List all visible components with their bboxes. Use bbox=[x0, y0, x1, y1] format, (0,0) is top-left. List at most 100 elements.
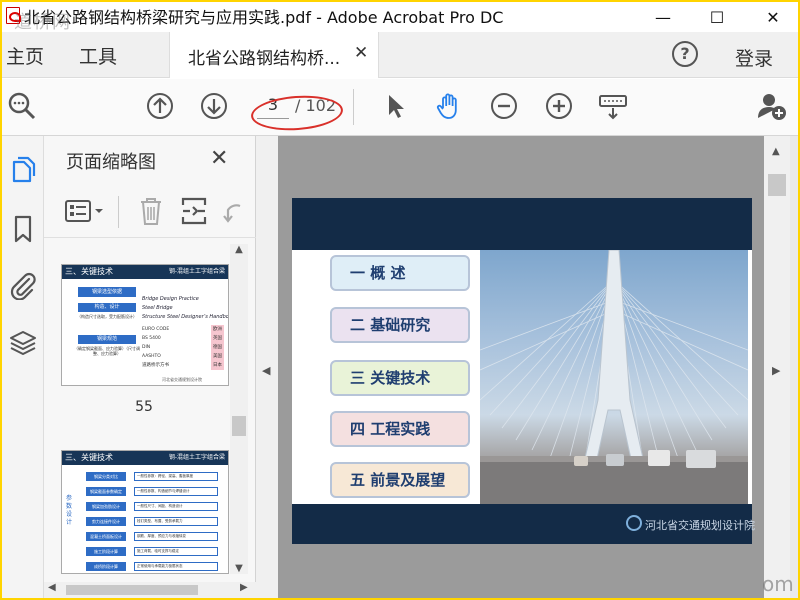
zoom-in-icon[interactable] bbox=[544, 91, 574, 121]
thumb-box-1: 钢梁选型依据 bbox=[78, 287, 136, 297]
layers-icon[interactable] bbox=[8, 328, 38, 358]
panel-close-button[interactable]: ✕ bbox=[210, 146, 228, 171]
thumb-code: DIN bbox=[142, 345, 151, 350]
collapse-left-arrow-icon[interactable]: ◀ bbox=[262, 364, 270, 377]
thumb-step-note: 正常使用与承载能力极限状态 bbox=[134, 561, 218, 571]
scroll-left-arrow-icon[interactable]: ◀ bbox=[48, 582, 56, 593]
thumb-step-box: 施工阶段计算 bbox=[86, 546, 126, 556]
keyboard-read-mode-icon[interactable] bbox=[598, 91, 628, 121]
maximize-button[interactable]: ☐ bbox=[694, 2, 740, 32]
help-icon[interactable]: ? bbox=[672, 41, 698, 67]
document-tab-close-button[interactable]: ✕ bbox=[354, 43, 368, 63]
scrollbar-thumb[interactable] bbox=[66, 585, 198, 595]
thumbnail-horizontal-scrollbar[interactable]: ◀ ▶ bbox=[44, 582, 256, 598]
share-add-user-icon[interactable] bbox=[757, 91, 787, 121]
watermark-bottom-right: om bbox=[762, 572, 794, 596]
thumb-step-box: 钢梁分类对比 bbox=[86, 471, 126, 481]
document-tab[interactable]: 北省公路钢结构桥... ✕ bbox=[169, 32, 379, 78]
thumb-box-2: 构造、设计 bbox=[78, 303, 136, 312]
toolbar-separator bbox=[353, 89, 354, 125]
toc-item-1: 一 概 述 bbox=[330, 255, 470, 291]
institute-logo: 河北省交通规划设计院 bbox=[626, 515, 755, 533]
collapse-right-arrow-icon[interactable]: ▶ bbox=[772, 364, 780, 377]
attachments-icon[interactable] bbox=[8, 270, 38, 300]
scroll-up-arrow-icon[interactable]: ▲ bbox=[772, 146, 780, 157]
bookmarks-icon[interactable] bbox=[8, 214, 38, 244]
hand-tool-icon[interactable] bbox=[434, 91, 464, 121]
previous-page-icon[interactable] bbox=[145, 91, 175, 121]
thumb-code: AASHTO bbox=[142, 354, 161, 359]
pdf-page: 一 概 述 二 基础研究 三 关键技术 四 工程实践 五 前景及展望 河北省交通… bbox=[292, 198, 755, 544]
thumbnail-vertical-scrollbar[interactable]: ▲ ▼ bbox=[230, 244, 248, 574]
page-thumbnail-55[interactable]: 三、关键技术 钢-混组土工字组合梁 钢梁选型依据 构造、设计 （构造尺寸选取，受… bbox=[61, 264, 229, 386]
panel-toolbar bbox=[44, 188, 256, 238]
thumb-step-row: 钢梁加劲肋设计 一般性尺寸、间距、构造设计 bbox=[86, 499, 224, 513]
toc-item-5: 五 前景及展望 bbox=[330, 462, 470, 498]
slide-header-band bbox=[292, 198, 752, 250]
scrollbar-thumb[interactable] bbox=[232, 416, 246, 436]
thumb-step-note: 施工荷载、临时支撑与稳定 bbox=[134, 546, 218, 556]
page-thumbnail-56[interactable]: 三、关键技术 钢-混组土工字组合梁 参数设计 钢梁分类对比 一般性参数：跨径、梁高… bbox=[61, 450, 229, 574]
thumbnail-header-right: 钢-混组土工字组合梁 bbox=[168, 454, 225, 461]
thumb-country: 美国 bbox=[211, 352, 224, 361]
thumb-step-box: 剪力连接件设计 bbox=[86, 516, 126, 526]
thumb-step-box: 钢梁截面参数确定 bbox=[86, 486, 126, 496]
acrobat-window: 北省公路钢结构桥梁研究与应用实践.pdf - Adobe Acrobat Pro… bbox=[2, 2, 798, 598]
window-title: 北省公路钢结构桥梁研究与应用实践.pdf - Adobe Acrobat Pro… bbox=[24, 8, 504, 27]
thumb-step-note: 钢筋、厚度、预应力与收缩徐变 bbox=[134, 531, 218, 541]
thumb-codes-table: EURO CODE 欧洲 BS 5400 英国 DIN 德国 AASHTO 美国 道路桥… bbox=[142, 325, 224, 370]
thumbnail-header: 三、关键技术 钢-混组土工字组合梁 bbox=[62, 265, 228, 279]
thumbnail-options-menu-icon[interactable] bbox=[64, 198, 106, 224]
zoom-out-icon[interactable] bbox=[489, 91, 519, 121]
thumb-step-note: 一般性参数：跨径、梁高、腹板厚度 bbox=[134, 471, 218, 481]
thumb-book-3: Structure Steel Designer’s Handbook bbox=[142, 314, 229, 320]
delete-page-icon[interactable] bbox=[138, 196, 164, 226]
thumbnail-page-label: 55 bbox=[135, 399, 153, 415]
scroll-right-arrow-icon[interactable]: ▶ bbox=[240, 582, 248, 593]
page-thumbnails-icon[interactable] bbox=[8, 154, 38, 184]
thumb-book-2: Steel Bridge bbox=[142, 305, 173, 311]
toolbar: 3 / 102 bbox=[2, 79, 798, 136]
close-window-button[interactable]: ✕ bbox=[750, 2, 796, 32]
panel-tool-separator bbox=[118, 196, 119, 228]
thumb-step-note: 栓钉类型、布置、受剪承载力 bbox=[134, 516, 218, 526]
thumb-country: 日本 bbox=[211, 361, 224, 370]
title-bar: 北省公路钢结构桥梁研究与应用实践.pdf - Adobe Acrobat Pro… bbox=[2, 2, 798, 33]
thumb-code: EURO CODE bbox=[142, 327, 170, 332]
thumb-footer: 河北省交通规划设计院 bbox=[162, 377, 202, 382]
toc-item-4: 四 工程实践 bbox=[330, 411, 470, 447]
thumb-step-box: 钢梁加劲肋设计 bbox=[86, 501, 126, 511]
page-thumbnails-panel: 页面缩略图 ✕ 三、关键技术 钢-混组土工字组合梁 钢梁选型依据 构造、设计 （… bbox=[44, 136, 256, 598]
next-page-icon[interactable] bbox=[199, 91, 229, 121]
collapse-panel-strip[interactable]: ◀ bbox=[256, 136, 278, 598]
cable-stayed-bridge-photo bbox=[480, 250, 748, 504]
scroll-up-arrow-icon[interactable]: ▲ bbox=[230, 244, 248, 255]
thumb-step-note: 一般性尺寸、间距、构造设计 bbox=[134, 501, 218, 511]
thumb-step-row: 混凝土桥面板设计 钢筋、厚度、预应力与收缩徐变 bbox=[86, 529, 224, 543]
document-viewer: ◀ ▲ ▶ 一 概 述 二 基础研究 三 关键技术 四 工程实践 五 前景及展望 bbox=[256, 136, 798, 598]
tools-tab[interactable]: 工具 bbox=[79, 42, 117, 69]
thumb-code: 道路桥示方书 bbox=[142, 363, 169, 368]
document-vertical-scrollbar[interactable]: ▲ ▶ bbox=[764, 136, 790, 598]
thumb-steps: 钢梁分类对比 一般性参数：跨径、梁高、腹板厚度 钢梁截面参数确定 一般性参数、构造细节… bbox=[86, 469, 224, 573]
zoom-search-icon[interactable] bbox=[7, 91, 37, 121]
thumb-books: Bridge Design Practice Steel Bridge Stru… bbox=[142, 295, 229, 322]
undo-rotate-icon[interactable] bbox=[222, 196, 244, 226]
toc-item-2: 二 基础研究 bbox=[330, 307, 470, 343]
select-arrow-icon[interactable] bbox=[381, 91, 411, 121]
thumb-box-3: 钢梁规范 bbox=[78, 335, 136, 344]
minimize-button[interactable]: — bbox=[640, 2, 686, 32]
thumb-note-2: （确定钢梁截面、应力验算）（尺寸调整、应力验算） bbox=[74, 346, 140, 356]
login-button[interactable]: 登录 bbox=[735, 44, 773, 71]
scroll-down-arrow-icon[interactable]: ▼ bbox=[230, 563, 248, 574]
scrollbar-thumb[interactable] bbox=[768, 174, 786, 196]
thumb-step-row: 成桥阶段计算 正常使用与承载能力极限状态 bbox=[86, 559, 224, 573]
thumbnail-list: 三、关键技术 钢-混组土工字组合梁 钢梁选型依据 构造、设计 （构造尺寸选取，受… bbox=[44, 244, 256, 584]
home-tab[interactable]: 主页 bbox=[6, 42, 44, 69]
thumb-step-note: 一般性参数、构造细节与焊缝设计 bbox=[134, 486, 218, 496]
toc-item-3: 三 关键技术 bbox=[330, 360, 470, 396]
thumb-step-row: 钢梁截面参数确定 一般性参数、构造细节与焊缝设计 bbox=[86, 484, 224, 498]
thumbnail-header-right: 钢-混组土工字组合梁 bbox=[168, 268, 225, 275]
insert-page-icon[interactable] bbox=[180, 196, 208, 226]
thumbnail-header-left: 三、关键技术 bbox=[65, 267, 113, 276]
